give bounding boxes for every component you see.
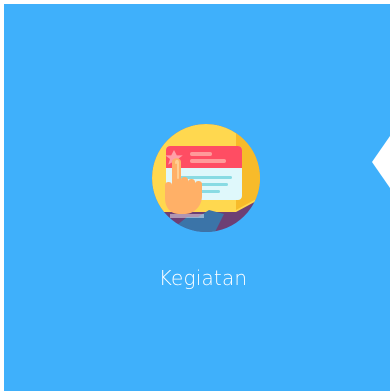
activity-screen-hand-icon [150,122,262,234]
tile-label: Kegiatan [158,266,248,290]
chevron-left-arrow-icon[interactable] [372,136,390,188]
kegiatan-tile[interactable]: Kegiatan [4,4,390,391]
